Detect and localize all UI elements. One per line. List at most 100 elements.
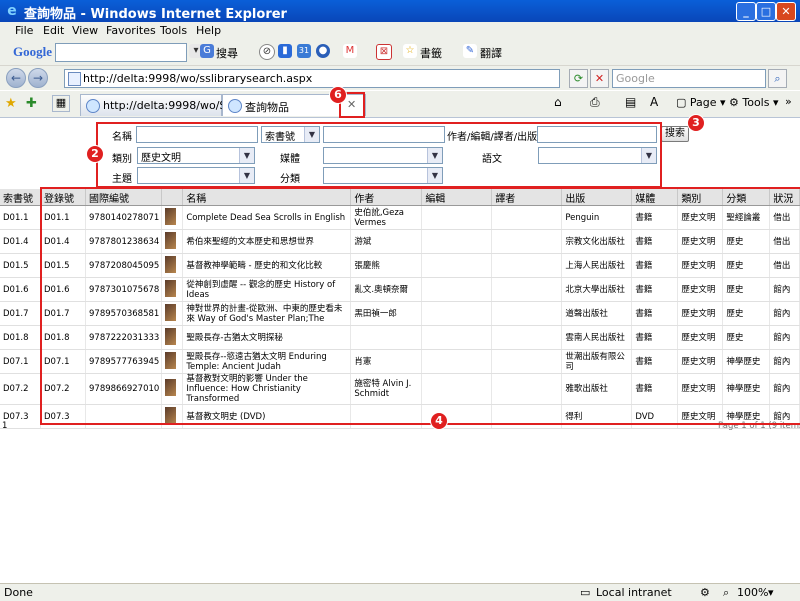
callno-input[interactable] xyxy=(323,126,445,143)
tab-first[interactable]: http://delta:9998/wo/S... xyxy=(80,94,237,116)
col-header[interactable]: 譯者 xyxy=(491,189,563,206)
table-cell xyxy=(491,373,563,405)
table-cell: 9787801238634 xyxy=(85,229,163,254)
table-cell: 歷史文明 xyxy=(677,349,724,374)
live-search-input[interactable]: Google xyxy=(612,69,766,88)
table-cell: 9789577763945 xyxy=(85,349,163,374)
calendar-icon[interactable]: 31 xyxy=(297,44,311,58)
table-cell xyxy=(421,229,493,254)
col-header[interactable]: 登錄號 xyxy=(40,189,86,206)
menu-edit[interactable]: Edit xyxy=(43,24,64,37)
col-header[interactable]: 作者 xyxy=(350,189,423,206)
protected-mode-icon[interactable]: ⚙ xyxy=(700,586,710,599)
add-favorites-icon[interactable]: ✚ xyxy=(26,96,37,111)
menu-favorites[interactable]: Favorites xyxy=(106,24,156,37)
block-icon[interactable]: ⊘ xyxy=(259,44,275,60)
favorites-star-icon[interactable]: ★ xyxy=(5,96,17,111)
table-cell: D07.2 xyxy=(0,373,41,405)
menu-tools[interactable]: Tools xyxy=(160,24,187,37)
table-cell: 希伯來聖經的文本歷史和思想世界 xyxy=(182,229,352,254)
chevron-down-icon[interactable]: ▾ xyxy=(768,586,774,599)
chevron-down-icon: ▼ xyxy=(304,127,319,142)
media-select[interactable]: ▼ xyxy=(323,147,443,164)
page-menu-button[interactable]: ▢ Page ▾ xyxy=(676,96,726,109)
cover-thumbnail xyxy=(161,277,184,302)
print-icon[interactable]: ⎙ xyxy=(590,95,600,110)
name-input[interactable] xyxy=(136,126,258,143)
subject-select[interactable]: ▼ xyxy=(137,167,255,184)
table-cell: 雲南人民出版社 xyxy=(561,325,633,350)
table-cell xyxy=(421,349,493,374)
stop-button[interactable]: ✕ xyxy=(590,69,609,88)
quick-tabs-icon[interactable]: ▦ xyxy=(52,95,70,112)
table-row[interactable]: D01.5 D01.5 9787208045095 基督教神學範疇 - 歷史的和文化比… xyxy=(0,253,800,278)
table-row[interactable]: D01.4 D01.4 9787801238634 希伯來聖經的文本歷史和思想世界 游斌… xyxy=(0,229,800,254)
back-button[interactable]: ← xyxy=(6,68,26,88)
search-button[interactable]: 搜索 xyxy=(661,126,689,142)
table-row[interactable]: D01.7 D01.7 9789570368581 神對世界的計畫-從歐洲、中東的歷史… xyxy=(0,301,800,326)
menu-bar: File Edit View Favorites Tools Help xyxy=(0,22,800,40)
col-header[interactable]: 狀況 xyxy=(769,189,800,206)
menu-view[interactable]: View xyxy=(72,24,98,37)
search-go-icon[interactable]: ⌕ xyxy=(768,69,787,88)
book-icon[interactable]: ▮ xyxy=(278,44,292,58)
book-cover-icon xyxy=(165,406,177,424)
google-search-button[interactable]: 搜尋 xyxy=(216,45,238,61)
table-cell: 道聲出版社 xyxy=(561,301,633,326)
minimize-button[interactable]: _ xyxy=(736,2,756,21)
home-icon[interactable]: ⌂ xyxy=(554,95,562,109)
star-icon[interactable]: ☆ xyxy=(403,44,417,58)
feeds-icon[interactable]: ▤ xyxy=(625,95,636,109)
chevron-right-icon[interactable]: » xyxy=(785,95,792,108)
table-cell xyxy=(491,205,563,230)
table-cell: 雅歌出版社 xyxy=(561,373,633,405)
table-cell: 歷史文明 xyxy=(677,404,724,429)
google-search-input[interactable] xyxy=(55,43,187,62)
gmail-icon[interactable]: M xyxy=(343,44,357,58)
col-header[interactable]: 媒體 xyxy=(631,189,679,206)
zoom-icon[interactable]: ⌕ xyxy=(723,586,729,600)
col-header[interactable]: 索書號 xyxy=(0,189,41,206)
table-row[interactable]: D01.8 D01.8 9787222031333 聖殿長存-古猶太文明探秘 雲南人民出… xyxy=(0,325,800,350)
table-cell: 書籍 xyxy=(631,325,679,350)
col-header[interactable]: 出版 xyxy=(561,189,633,206)
col-header[interactable]: 名稱 xyxy=(182,189,352,206)
address-input[interactable]: http://delta:9998/wo/sslibrarysearch.asp… xyxy=(64,69,560,88)
language-select[interactable]: ▼ xyxy=(538,147,657,164)
table-cell: 亂文.奧頓奈爾 xyxy=(350,277,423,302)
page-number[interactable]: 1 xyxy=(2,421,7,431)
close-window-button[interactable]: ✕ xyxy=(776,2,796,21)
menu-help[interactable]: Help xyxy=(196,24,221,37)
results-body: D01.1 D01.1 9780140278071 Complete Dead Sea… xyxy=(0,205,800,429)
col-header xyxy=(161,189,184,206)
tools-menu-button[interactable]: ⚙ Tools ▾ xyxy=(729,96,779,109)
forward-button[interactable]: → xyxy=(28,68,48,88)
table-cell xyxy=(491,325,563,350)
translate-icon[interactable]: ✎ xyxy=(463,44,477,58)
col-header[interactable]: 編輯 xyxy=(421,189,493,206)
table-row[interactable]: D01.6 D01.6 9787301075678 從神創到虛醒 -- 觀念的歷史 H… xyxy=(0,277,800,302)
col-header[interactable]: 類別 xyxy=(677,189,724,206)
refresh-button[interactable]: ⟳ xyxy=(569,69,588,88)
table-row[interactable]: D07.2 D07.2 9789866927010 基督教對文明的影響 Under t… xyxy=(0,373,800,405)
callno-select[interactable]: 索書號 ▼ xyxy=(261,126,320,143)
menu-file[interactable]: File xyxy=(15,24,33,37)
table-row[interactable]: D07.1 D07.1 9789577763945 聖殿長存--慾遠古猶太文明 End… xyxy=(0,349,800,374)
popup-blocker-icon[interactable]: ⊠ xyxy=(376,44,392,60)
category-select[interactable]: 歷史文明 ▼ xyxy=(137,147,255,164)
zoom-level[interactable]: 100% xyxy=(737,586,768,599)
table-row[interactable]: D01.1 D01.1 9780140278071 Complete Dead Sea… xyxy=(0,205,800,230)
google-search-icon[interactable]: G xyxy=(200,44,214,58)
translate-button[interactable]: 翻譯 xyxy=(480,45,502,61)
maximize-button[interactable]: □ xyxy=(756,2,776,21)
col-header[interactable]: 分類 xyxy=(722,189,771,206)
text-size-icon[interactable]: A xyxy=(650,95,658,109)
close-tab-icon[interactable]: ✕ xyxy=(347,98,356,111)
author-input[interactable] xyxy=(537,126,657,143)
table-row[interactable]: D07.3 D07.3 基督教文明史 (DVD) 得利 DVD 歷史文明 神學歷史 館內 xyxy=(0,404,800,429)
bookmarks-button[interactable]: 書籤 xyxy=(420,45,442,61)
globe-icon[interactable]: ● xyxy=(316,44,330,58)
col-header[interactable]: 國際編號 xyxy=(85,189,163,206)
table-cell: D01.6 xyxy=(40,277,86,302)
classification-select[interactable]: ▼ xyxy=(323,167,443,184)
